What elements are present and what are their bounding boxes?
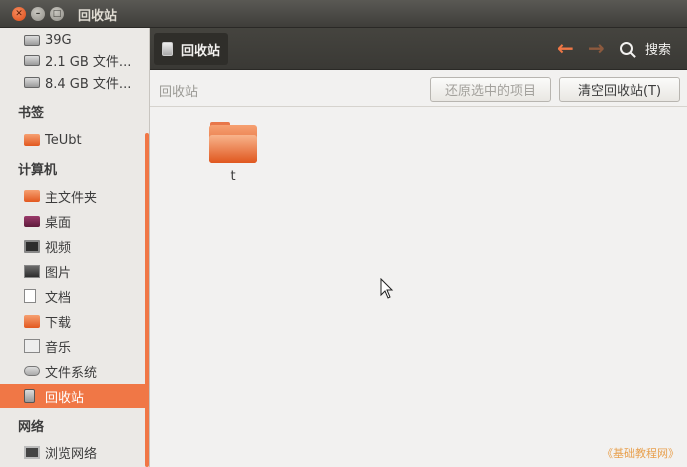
- path-button-trash[interactable]: 回收站: [154, 33, 229, 65]
- sidebar-item-documents[interactable]: 文档: [0, 284, 145, 308]
- download-icon: [24, 314, 40, 328]
- drive-icon: [24, 76, 40, 88]
- forward-arrow-icon[interactable]: →: [588, 38, 605, 58]
- sidebar-item-label: 2.1 GB 文件...: [45, 54, 132, 70]
- sidebar-item-trash[interactable]: 回收站: [0, 384, 145, 408]
- sidebar-item-drive-2gb[interactable]: 2.1 GB 文件...: [0, 48, 145, 72]
- folder-icon: [209, 122, 257, 163]
- search-icon: [620, 42, 633, 55]
- sidebar-item-label: 音乐: [45, 340, 72, 356]
- trash-icon: [162, 42, 173, 56]
- sidebar-item-browse-network[interactable]: 浏览网络: [0, 440, 145, 464]
- sidebar-item-label: 8.4 GB 文件...: [45, 76, 132, 92]
- watermark: 《基础教程网》: [602, 447, 679, 460]
- sidebar-item-label: 主文件夹: [45, 190, 98, 206]
- file-item[interactable]: t: [208, 122, 258, 184]
- sidebar-item-label: 浏览网络: [45, 446, 98, 462]
- sidebar-item-label: 文档: [45, 290, 72, 306]
- sidebar-item-label: 文件系统: [45, 365, 98, 381]
- file-name: t: [230, 169, 236, 184]
- mouse-cursor-icon: [380, 278, 394, 299]
- close-window-button[interactable]: ✕: [12, 7, 26, 21]
- picture-icon: [24, 264, 40, 278]
- video-icon: [24, 239, 40, 253]
- sidebar-item-label: 桌面: [45, 215, 72, 231]
- computer-header: 计算机: [18, 163, 58, 178]
- folder-icon: [24, 134, 40, 146]
- document-icon: [24, 289, 36, 303]
- sidebar-item-videos[interactable]: 视频: [0, 234, 145, 258]
- sidebar-item-teubt[interactable]: TeUbt: [0, 128, 145, 152]
- sidebar-item-label: 图片: [45, 265, 72, 281]
- desktop-icon: [24, 215, 40, 227]
- maximize-window-button[interactable]: □: [50, 7, 64, 21]
- sidebar-item-label: TeUbt: [45, 132, 82, 148]
- sidebar-item-label: 39G: [45, 32, 72, 48]
- back-arrow-icon[interactable]: ←: [557, 38, 574, 58]
- file-view[interactable]: t: [150, 107, 687, 467]
- sidebar-item-desktop[interactable]: 桌面: [0, 209, 145, 233]
- sidebar-item-downloads[interactable]: 下载: [0, 309, 145, 333]
- search-button[interactable]: 搜索: [620, 39, 671, 58]
- music-icon: [24, 339, 40, 353]
- trash-icon: [24, 389, 35, 403]
- trash-infobar: 回收站 还原选中的项目 清空回收站(T): [150, 70, 687, 107]
- path-button-label: 回收站: [181, 43, 221, 59]
- bookmarks-header: 书签: [18, 106, 45, 121]
- sidebar-item-label: 下载: [45, 315, 72, 331]
- infobar-title: 回收站: [159, 85, 199, 100]
- home-folder-icon: [24, 190, 40, 202]
- drive-icon: [24, 54, 40, 66]
- network-header: 网络: [18, 420, 45, 435]
- sidebar: 39G 2.1 GB 文件... 8.4 GB 文件... 书签 TeUbt 计…: [0, 28, 150, 467]
- sidebar-item-label: 视频: [45, 240, 72, 256]
- minimize-window-button[interactable]: –: [31, 7, 45, 21]
- window-title: 回收站: [78, 9, 118, 24]
- sidebar-scrollbar[interactable]: [145, 133, 149, 467]
- sidebar-item-home[interactable]: 主文件夹: [0, 184, 145, 208]
- drive-icon: [24, 34, 40, 46]
- filesystem-icon: [24, 366, 40, 376]
- sidebar-item-label: 回收站: [45, 390, 85, 406]
- sidebar-item-music[interactable]: 音乐: [0, 334, 145, 358]
- window-titlebar: ✕ – □ 回收站: [0, 0, 687, 28]
- sidebar-item-drive-8gb[interactable]: 8.4 GB 文件...: [0, 70, 145, 94]
- network-icon: [24, 445, 40, 459]
- search-label: 搜索: [645, 43, 672, 58]
- restore-selected-button[interactable]: 还原选中的项目: [430, 77, 551, 102]
- sidebar-item-pictures[interactable]: 图片: [0, 259, 145, 283]
- toolbar: 回收站 ← → 搜索: [150, 28, 687, 70]
- sidebar-item-filesystem[interactable]: 文件系统: [0, 359, 145, 383]
- empty-trash-button[interactable]: 清空回收站(T): [559, 77, 680, 102]
